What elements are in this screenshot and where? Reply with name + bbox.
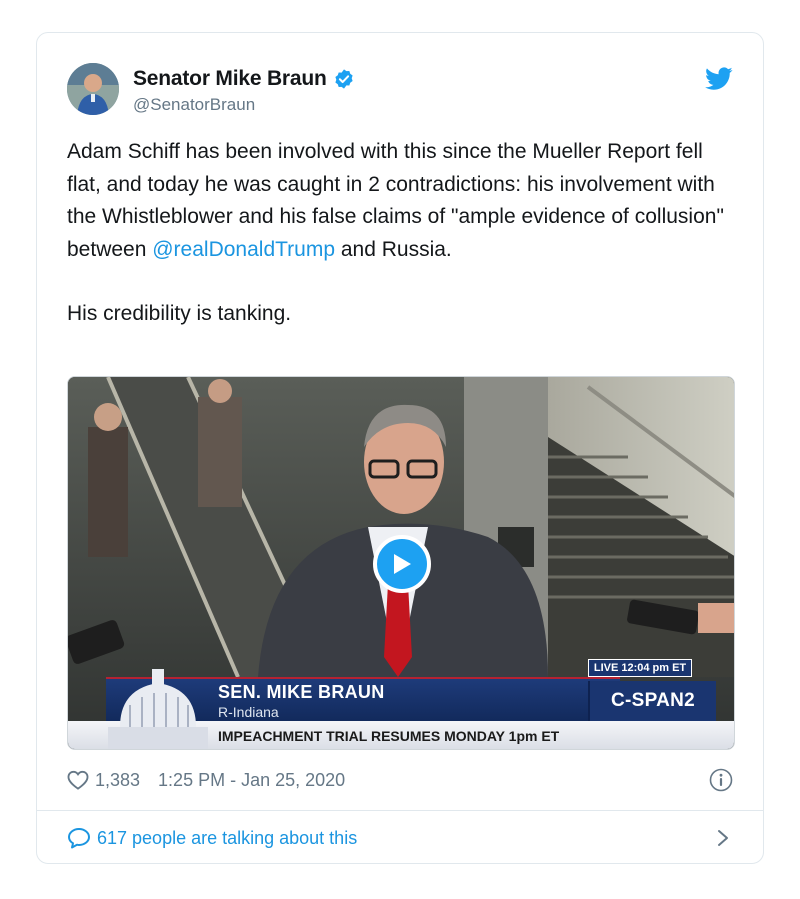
tweet-text-part: and Russia. — [335, 237, 452, 261]
tweet-paragraph-2: His credibility is tanking. — [67, 302, 292, 325]
tweet-text: Adam Schiff has been involved with this … — [67, 136, 737, 331]
tweet-card: Senator Mike Braun @SenatorBraun Adam Sc… — [36, 32, 764, 864]
network-logo: C-SPAN2 — [588, 681, 716, 721]
like-count[interactable]: 1,383 — [95, 770, 140, 791]
play-button[interactable] — [373, 535, 431, 593]
tweet-header: Senator Mike Braun @SenatorBraun — [67, 63, 733, 119]
verified-badge-icon — [333, 68, 355, 90]
name-row: Senator Mike Braun — [133, 67, 355, 91]
avatar-image — [67, 63, 119, 115]
video-player[interactable]: SEN. MIKE BRAUN R-Indiana C-SPAN2 LIVE 1… — [67, 376, 735, 750]
tweet-paragraph-1: Adam Schiff has been involved with this … — [67, 136, 737, 266]
chyron-state: R-Indiana — [218, 704, 279, 720]
talking-count[interactable]: 617 people are talking about this — [97, 828, 357, 849]
info-icon[interactable] — [709, 768, 733, 792]
capitol-dome-graphic — [98, 667, 218, 749]
display-name[interactable]: Senator Mike Braun — [133, 67, 327, 91]
heart-icon[interactable] — [67, 770, 89, 790]
timestamp-link[interactable]: 1:25 PM - Jan 25, 2020 — [158, 770, 345, 791]
mention-link[interactable]: @realDonaldTrump — [152, 238, 335, 261]
twitter-bird-icon[interactable] — [705, 67, 733, 91]
speech-bubble-icon — [67, 827, 91, 849]
divider — [37, 810, 763, 811]
live-badge: LIVE 12:04 pm ET — [588, 659, 692, 677]
chyron-name: SEN. MIKE BRAUN — [218, 682, 385, 702]
conversation-link[interactable]: 617 people are talking about this — [67, 823, 733, 853]
ticker-text: IMPEACHMENT TRIAL RESUMES MONDAY 1pm ET — [218, 728, 560, 744]
tweet-meta: 1,383 1:25 PM - Jan 25, 2020 — [67, 766, 733, 794]
play-icon — [394, 554, 411, 574]
broadcast-lower-third: SEN. MIKE BRAUN R-Indiana C-SPAN2 LIVE 1… — [68, 659, 734, 749]
chevron-right-icon[interactable] — [717, 829, 729, 847]
handle[interactable]: @SenatorBraun — [133, 95, 255, 115]
avatar[interactable] — [67, 63, 119, 115]
